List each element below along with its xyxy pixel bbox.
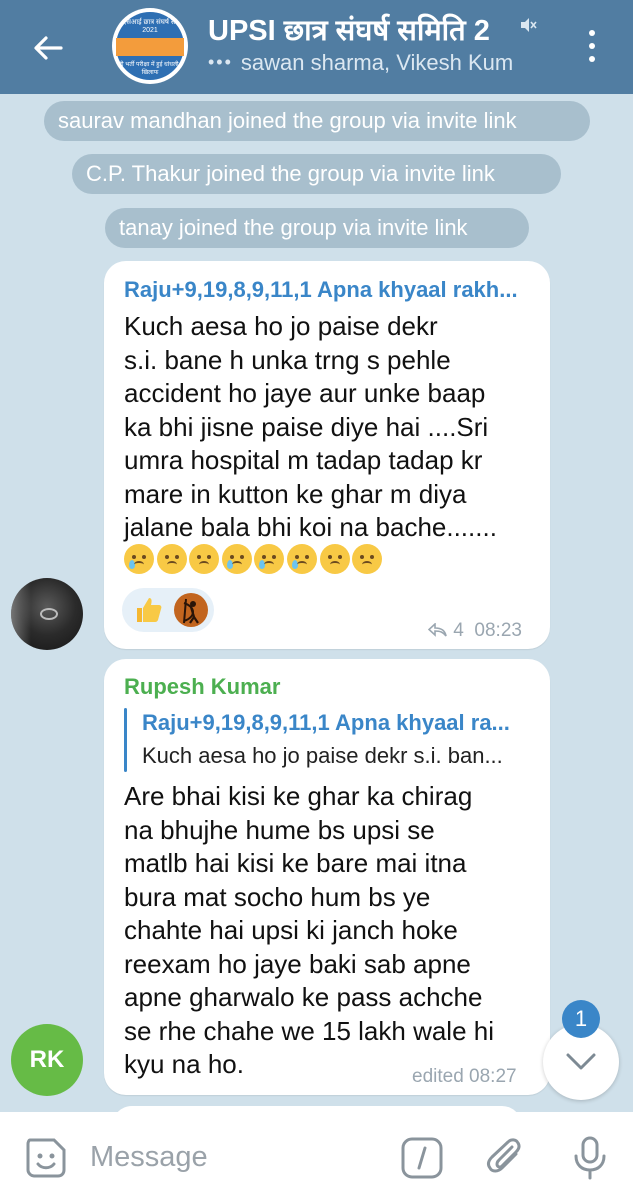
sad-emoji-icon bbox=[156, 544, 187, 575]
reply-count: 4 bbox=[453, 620, 464, 641]
back-button[interactable] bbox=[26, 26, 70, 70]
sad-emoji-icon bbox=[352, 544, 383, 575]
quote-bar bbox=[124, 708, 127, 772]
composer-bar bbox=[0, 1112, 633, 1200]
bot-commands-button[interactable] bbox=[398, 1134, 446, 1182]
message-text: Kuch aesa ho jo paise dekr s.i. bane h u… bbox=[124, 311, 497, 542]
reactions-bar[interactable] bbox=[122, 588, 214, 632]
message-meta: edited 08:27 bbox=[412, 1066, 517, 1087]
sad-tear-emoji-icon bbox=[254, 544, 285, 575]
group-avatar[interactable]: यूपीएसआई छात्र संघर्ष समिति 2021 यूपी भर… bbox=[112, 8, 188, 84]
more-menu-button[interactable] bbox=[570, 24, 614, 68]
emoji-button[interactable] bbox=[22, 1134, 70, 1182]
chat-title[interactable]: UPSI छात्र संघर्ष समिति 2 bbox=[208, 10, 538, 49]
typing-users: sawan sharma, Vikesh Kum bbox=[240, 50, 514, 75]
sender-name[interactable]: Rupesh Kumar bbox=[124, 674, 280, 700]
arrow-left-icon bbox=[34, 36, 63, 60]
voice-message-button[interactable] bbox=[566, 1134, 614, 1182]
service-message: tanay joined the group via invite link bbox=[105, 208, 529, 248]
sender-avatar[interactable] bbox=[11, 578, 83, 650]
sad-emoji-icon bbox=[189, 544, 220, 575]
message-meta: 4 08:23 bbox=[427, 620, 522, 642]
sad-tear-emoji-icon bbox=[221, 544, 252, 575]
chat-header: यूपीएसआई छात्र संघर्ष समिति 2021 यूपी भर… bbox=[0, 0, 633, 94]
microphone-icon bbox=[574, 1136, 606, 1180]
chevron-down-icon bbox=[566, 1053, 596, 1070]
quote-title[interactable]: Raju+9,19,8,9,11,1 Apna khyaal ra... bbox=[142, 710, 536, 736]
message-text: Are bhai kisi ke ghar ka chirag na bhujh… bbox=[124, 781, 495, 1079]
reply-arrow-icon bbox=[427, 622, 447, 637]
reply-reference[interactable]: Raju+9,19,8,9,11,1 Apna khyaal rakh... bbox=[124, 277, 536, 303]
emoji-row bbox=[124, 544, 385, 575]
sender-avatar-initials[interactable]: RK bbox=[11, 1024, 83, 1096]
chat-subtitle: ••• sawan sharma, Vikesh Kum bbox=[208, 50, 548, 76]
thumbs-up-icon[interactable] bbox=[134, 595, 164, 625]
quote-text[interactable]: Kuch aesa ho jo paise dekr s.i. ban... bbox=[142, 743, 536, 769]
sad-tear-emoji-icon bbox=[286, 544, 317, 575]
sad-emoji-icon bbox=[319, 544, 350, 575]
unread-count-badge: 1 bbox=[562, 1000, 600, 1038]
paperclip-icon bbox=[487, 1138, 521, 1173]
message-input[interactable] bbox=[88, 1134, 382, 1180]
service-message: C.P. Thakur joined the group via invite … bbox=[72, 154, 561, 194]
service-message: saurav mandhan joined the group via invi… bbox=[44, 101, 590, 141]
message-time: 08:23 bbox=[474, 620, 522, 641]
slash-command-icon bbox=[401, 1137, 443, 1179]
typing-indicator-icon: ••• bbox=[208, 52, 233, 72]
mute-icon bbox=[521, 18, 537, 32]
sad-tear-emoji-icon bbox=[124, 544, 154, 575]
custom-reaction-icon[interactable] bbox=[174, 593, 208, 627]
smiley-sticker-icon bbox=[26, 1138, 66, 1178]
attach-button[interactable] bbox=[482, 1134, 530, 1182]
